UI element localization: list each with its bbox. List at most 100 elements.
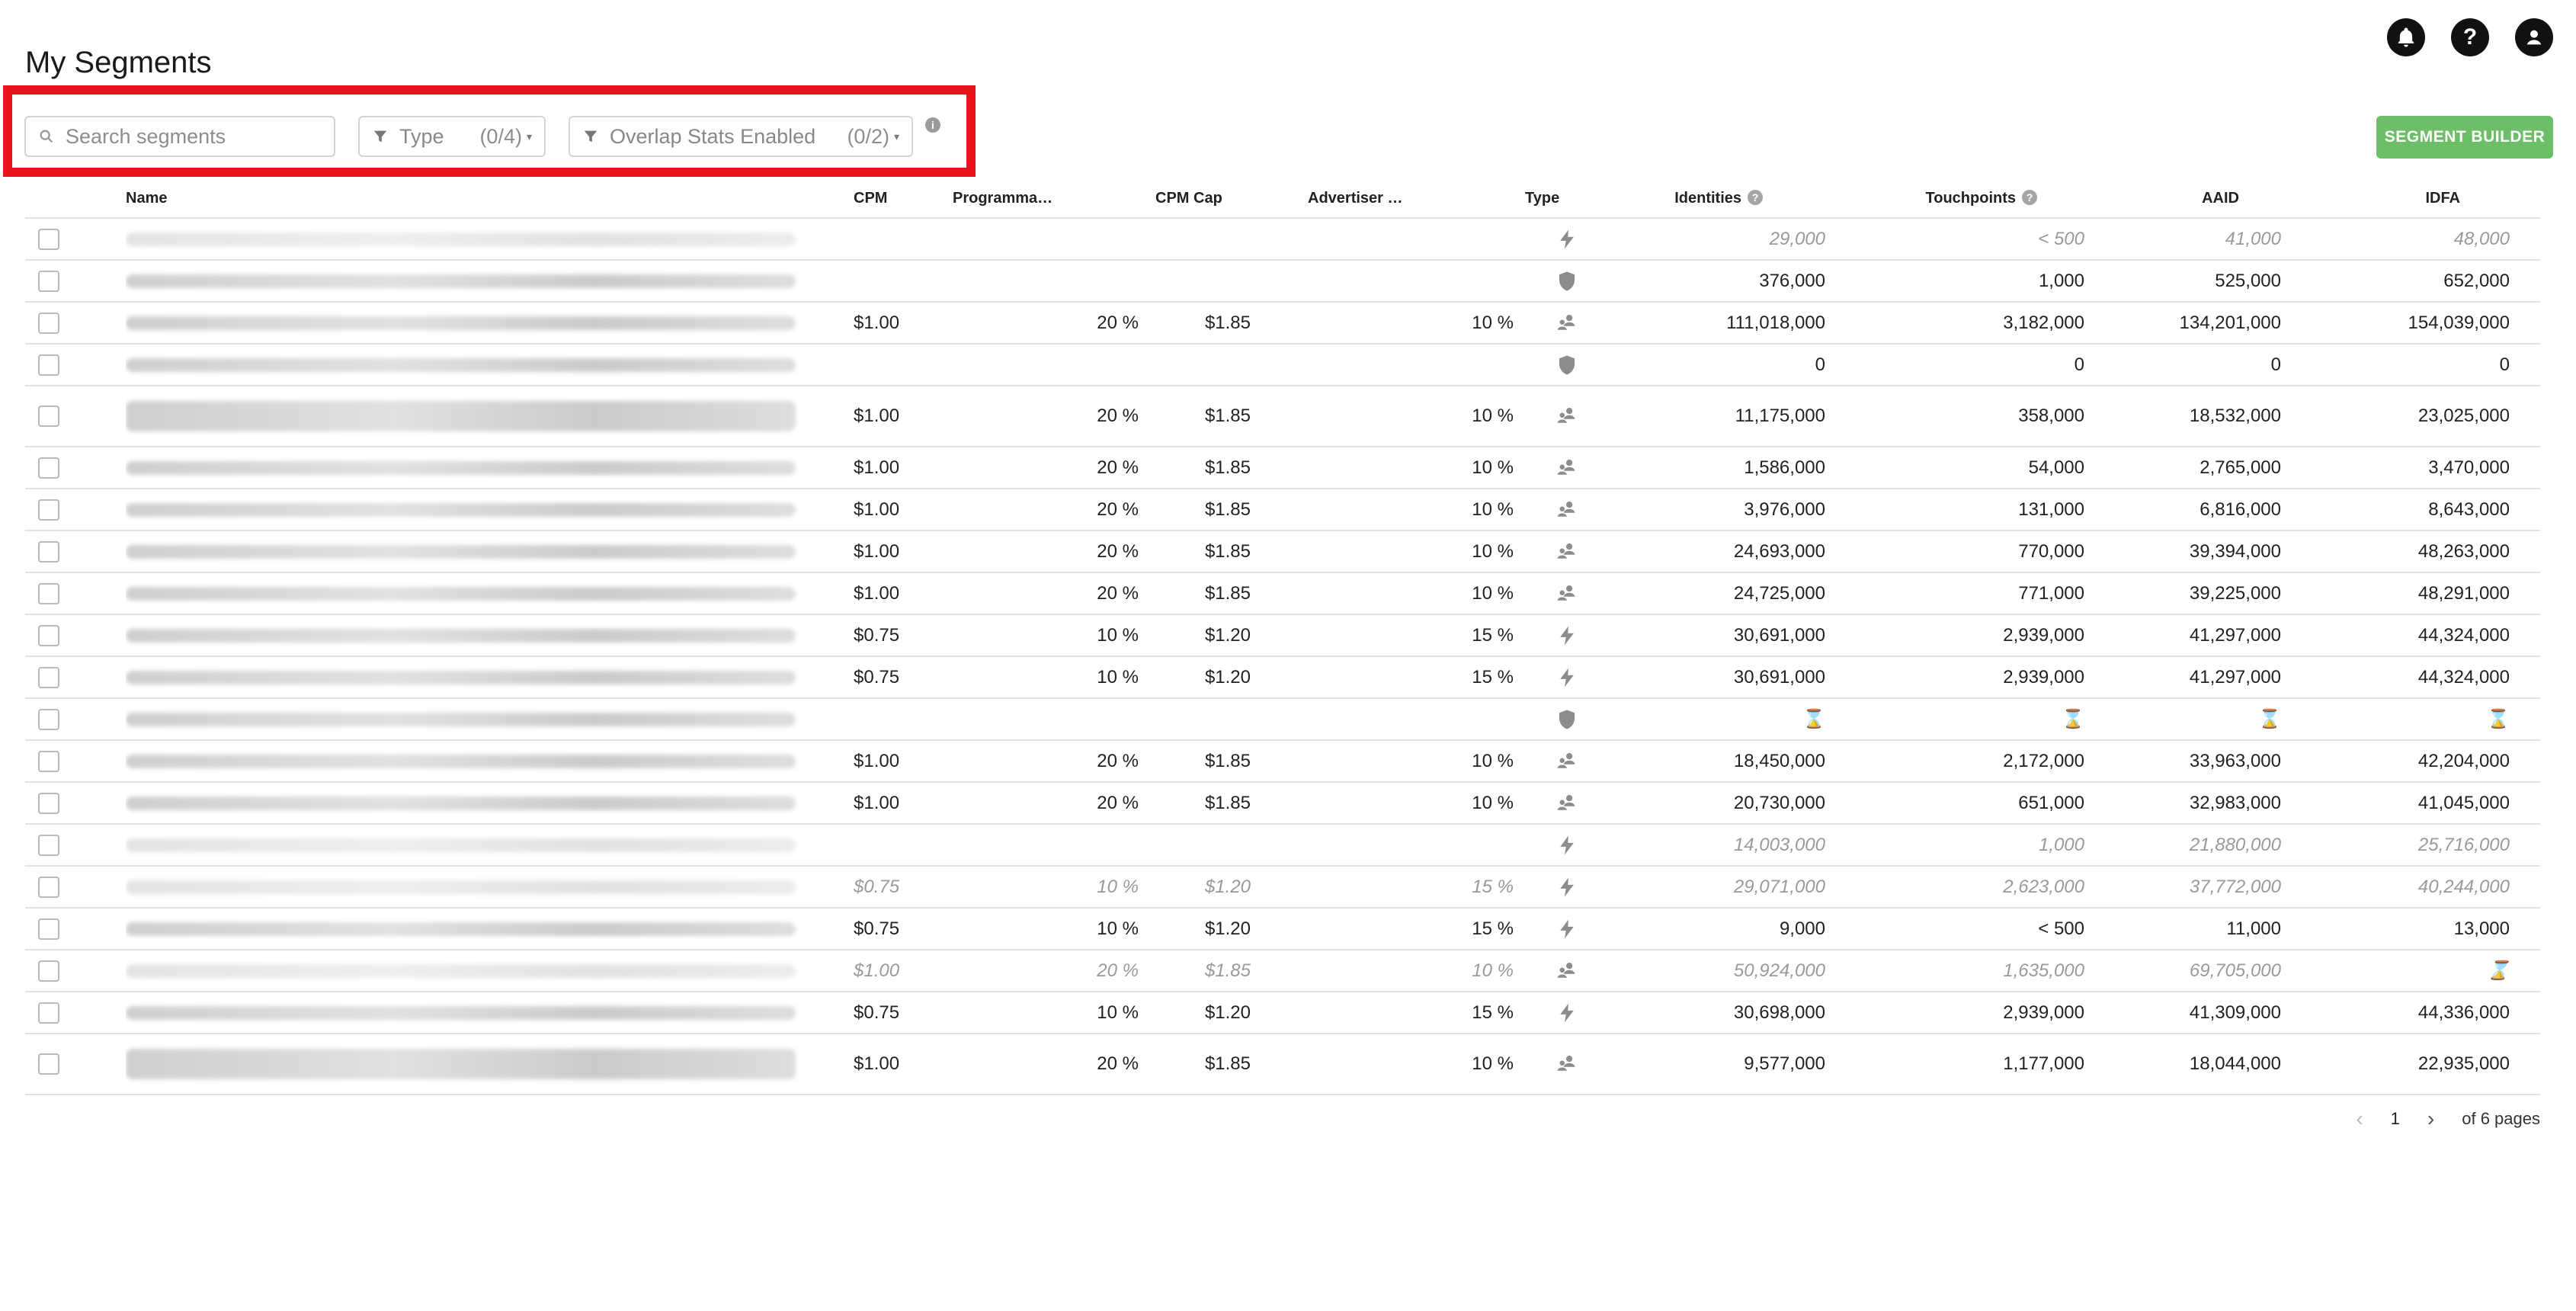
cpm-cap-cell: $1.20 [1155,866,1308,909]
row-checkbox[interactable] [38,457,59,479]
advertiser-cell: 10 % [1308,740,1525,783]
column-header-programmatic[interactable]: Programma… [953,180,1155,219]
row-checkbox[interactable] [38,834,59,856]
column-header-identities[interactable]: Identities? [1609,180,1854,219]
row-checkbox[interactable] [38,312,59,334]
chevron-left-icon[interactable]: ‹ [2356,1107,2363,1131]
table-row[interactable]: $1.00 20 % $1.85 10 % 111,018,000 3,182,000 13… [25,302,2540,345]
row-checkbox[interactable] [38,1002,59,1024]
row-checkbox[interactable] [38,624,59,646]
aaid-cell: 41,297,000 [2113,614,2315,657]
help-icon[interactable]: ? [2451,18,2489,56]
segment-name-cell[interactable] [126,824,854,867]
column-header-cpm[interactable]: CPM [854,180,953,219]
table-row[interactable]: ⌛ ⌛ ⌛ ⌛ [25,698,2540,741]
table-row[interactable]: $0.75 10 % $1.20 15 % 30,691,000 2,939,000 41,… [25,614,2540,657]
row-checkbox[interactable] [38,540,59,563]
table-row[interactable]: $1.00 20 % $1.85 10 % 50,924,000 1,635,000 69,… [25,950,2540,992]
select-column-header [25,180,126,219]
segment-name-cell[interactable] [126,908,854,950]
table-row[interactable]: 29,000 < 500 41,000 48,000 [25,218,2540,261]
row-checkbox[interactable] [38,582,59,604]
row-checkbox[interactable] [38,1053,59,1075]
table-row[interactable]: $1.00 20 % $1.85 10 % 18,450,000 2,172,000 33,… [25,740,2540,783]
segment-name-cell[interactable] [126,572,854,615]
column-header-idfa[interactable]: IDFA [2315,180,2540,219]
segment-name-cell[interactable] [126,866,854,909]
segment-name-cell[interactable] [126,992,854,1034]
account-icon[interactable] [2515,18,2553,56]
help-icon[interactable]: ? [1748,190,1763,205]
table-row[interactable]: 0000 [25,344,2540,386]
table-row[interactable]: $0.75 10 % $1.20 15 % 30,698,000 2,939,000 41,… [25,992,2540,1034]
search-input[interactable] [66,124,322,149]
table-row[interactable]: $1.00 20 % $1.85 10 % 9,577,000 1,177,000 18,0… [25,1034,2540,1095]
cpm-cap-cell: $1.85 [1155,386,1308,447]
segment-name-cell[interactable] [126,489,854,531]
segment-name-cell[interactable] [126,782,854,825]
segment-name-redacted [126,628,796,643]
table-row[interactable]: $1.00 20 % $1.85 10 % 11,175,000 358,000 18,53… [25,386,2540,447]
row-checkbox[interactable] [38,405,59,427]
row-checkbox[interactable] [38,918,59,940]
table-row[interactable]: $1.00 20 % $1.85 10 % 1,586,000 54,000 2,765,0… [25,447,2540,489]
help-icon[interactable]: ? [2022,190,2037,205]
bolt-icon [1556,918,1578,938]
column-header-cpm-cap[interactable]: CPM Cap [1155,180,1308,219]
table-row[interactable]: 14,003,000 1,000 21,880,000 25,716,000 [25,824,2540,867]
row-checkbox[interactable] [38,228,59,250]
column-header-advertiser[interactable]: Advertiser … [1308,180,1525,219]
segment-name-redacted [126,838,796,852]
segment-name-cell[interactable] [126,302,854,345]
table-row[interactable]: $1.00 20 % $1.85 10 % 3,976,000 131,000 6,816,… [25,489,2540,531]
idfa-cell: 3,470,000 [2315,447,2540,489]
table-row[interactable]: $1.00 20 % $1.85 10 % 24,725,000 771,000 39,22… [25,572,2540,615]
segment-name-cell[interactable] [126,740,854,783]
segment-name-cell[interactable] [126,614,854,657]
identities-cell: 0 [1609,344,1854,386]
row-checkbox[interactable] [38,960,59,982]
row-checkbox[interactable] [38,750,59,772]
aaid-cell: 32,983,000 [2113,782,2315,825]
table-row[interactable]: $1.00 20 % $1.85 10 % 20,730,000 651,000 32,98… [25,782,2540,825]
search-field[interactable] [24,116,335,157]
column-header-name[interactable]: Name [126,180,854,219]
row-checkbox[interactable] [38,876,59,898]
row-checkbox[interactable] [38,270,59,292]
row-checkbox[interactable] [38,498,59,521]
programmatic-cell: 10 % [953,866,1155,909]
segment-name-cell[interactable] [126,344,854,386]
column-header-type[interactable]: Type [1525,180,1609,219]
header-icons: ? [2387,18,2553,56]
row-checkbox[interactable] [38,792,59,814]
table-row[interactable]: $1.00 20 % $1.85 10 % 24,693,000 770,000 39,39… [25,530,2540,573]
row-checkbox[interactable] [38,354,59,376]
overlap-filter-label: Overlap Stats Enabled [610,124,816,148]
segment-name-cell[interactable] [126,1034,854,1095]
bell-icon[interactable] [2387,18,2425,56]
segment-name-cell[interactable] [126,260,854,303]
column-header-touchpoints[interactable]: Touchpoints? [1854,180,2113,219]
chevron-right-icon[interactable]: › [2427,1107,2434,1131]
table-row[interactable]: 376,000 1,000 525,000 652,000 [25,260,2540,303]
type-filter-dropdown[interactable]: Type (0/4) ▾ [358,116,546,157]
row-checkbox[interactable] [38,666,59,688]
touchpoints-cell: 3,182,000 [1854,302,2113,345]
segment-name-cell[interactable] [126,386,854,447]
row-checkbox[interactable] [38,708,59,730]
cpm-cell: $0.75 [854,866,953,909]
table-row[interactable]: $0.75 10 % $1.20 15 % 30,691,000 2,939,000 41,… [25,656,2540,699]
column-header-aaid[interactable]: AAID [2113,180,2315,219]
current-page[interactable]: 1 [2391,1109,2400,1129]
table-row[interactable]: $0.75 10 % $1.20 15 % 29,071,000 2,623,000 37,… [25,866,2540,909]
segment-name-cell[interactable] [126,698,854,741]
segment-name-cell[interactable] [126,656,854,699]
overlap-filter-dropdown[interactable]: Overlap Stats Enabled (0/2) ▾ [569,116,913,157]
segment-name-cell[interactable] [126,530,854,573]
segment-builder-button[interactable]: SEGMENT BUILDER [2376,116,2553,159]
info-icon[interactable]: i [925,117,940,133]
segment-name-cell[interactable] [126,218,854,261]
table-row[interactable]: $0.75 10 % $1.20 15 % 9,000 < 500 11,000 13,000 [25,908,2540,950]
segment-name-cell[interactable] [126,447,854,489]
segment-name-cell[interactable] [126,950,854,992]
